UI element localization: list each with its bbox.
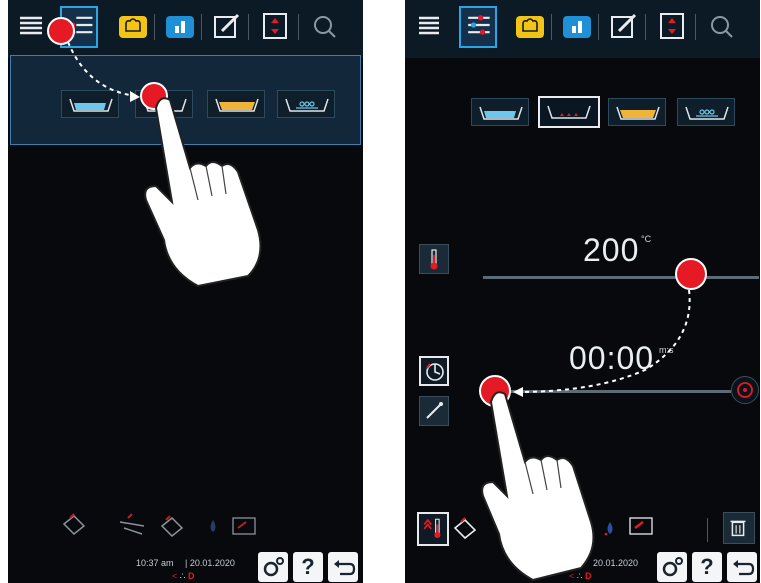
- chef-hat-icon[interactable]: [116, 9, 150, 43]
- help-icon: ?: [700, 554, 714, 579]
- status-indicators: < ∴ D: [172, 571, 195, 581]
- touch-point-end: [140, 82, 168, 110]
- core-temp-icon[interactable]: [417, 512, 449, 546]
- left-screen: 10:37 am | 20.01.2020 < ∴ D ?: [8, 0, 363, 583]
- steam-tray-icon[interactable]: [277, 90, 335, 118]
- status-date: | 20.01.2020: [185, 558, 235, 568]
- water-tray-icon[interactable]: [61, 90, 119, 118]
- back-button[interactable]: [328, 552, 358, 582]
- bar-chart-icon[interactable]: [163, 9, 197, 43]
- edit-icon[interactable]: [607, 9, 641, 43]
- help-button[interactable]: ?: [293, 552, 323, 582]
- red-dots-tray-icon[interactable]: [538, 96, 600, 128]
- yellow-tray-icon[interactable]: [608, 98, 666, 126]
- yellow-tray-icon[interactable]: [207, 90, 265, 118]
- touch-point-start: [675, 258, 707, 290]
- tray-tilt-icon[interactable]: [60, 510, 90, 538]
- updown-icon[interactable]: [655, 9, 689, 43]
- drop-icon[interactable]: [595, 514, 625, 542]
- continuous-timer-icon[interactable]: [731, 376, 759, 404]
- drag-arrow: [513, 289, 691, 397]
- settings-button[interactable]: [657, 552, 687, 582]
- chef-hat-icon[interactable]: [513, 9, 547, 43]
- filter-icon[interactable]: [459, 6, 497, 48]
- help-button[interactable]: ?: [692, 552, 722, 582]
- touch-point-start: [47, 17, 75, 45]
- tray-tilt-icon[interactable]: [451, 514, 481, 542]
- drop-icon[interactable]: [198, 512, 228, 540]
- menu-icon[interactable]: [16, 9, 50, 43]
- trash-icon[interactable]: [723, 512, 755, 544]
- tray-icon[interactable]: [563, 514, 593, 542]
- search-icon[interactable]: [705, 9, 739, 43]
- steam-tray-icon[interactable]: [677, 98, 735, 126]
- updown-icon[interactable]: [258, 9, 292, 43]
- menu-icon[interactable]: [413, 9, 447, 43]
- pointing-hand-icon: [481, 391, 595, 582]
- category-dropdown: [10, 55, 361, 145]
- temperature-unit: °C: [641, 234, 652, 244]
- back-button[interactable]: [727, 552, 757, 582]
- search-icon[interactable]: [308, 9, 342, 43]
- time-value: 00:00: [569, 340, 655, 376]
- red-tray-icon[interactable]: [230, 512, 260, 540]
- probe-icon[interactable]: [419, 396, 449, 426]
- bar-chart-icon[interactable]: [560, 9, 594, 43]
- edit-icon[interactable]: [210, 9, 244, 43]
- status-date: 20.01.2020: [593, 558, 639, 568]
- thermometer-icon[interactable]: [419, 244, 449, 274]
- temperature-slider[interactable]: [483, 276, 759, 279]
- tray-tilt-icon-2[interactable]: [118, 510, 148, 538]
- temperature-value: 200: [583, 232, 640, 268]
- status-indicators: < ∴ D: [569, 571, 592, 581]
- touch-point-end: [479, 375, 511, 407]
- status-time: 10:37 am: [136, 558, 174, 568]
- water-tray-icon[interactable]: [471, 98, 529, 126]
- time-unit: m:s: [659, 345, 674, 355]
- tray-tilt-icon-3[interactable]: [158, 512, 188, 540]
- top-tab-bar: [405, 0, 760, 58]
- time-slider[interactable]: [485, 390, 731, 393]
- red-tray-icon[interactable]: [627, 512, 657, 540]
- timer-icon[interactable]: [419, 356, 449, 386]
- help-icon: ?: [301, 554, 315, 579]
- right-screen: 200 °C 00:00 m:s 20.01.2020 < ∴ D ?: [405, 0, 760, 583]
- settings-button[interactable]: [258, 552, 288, 582]
